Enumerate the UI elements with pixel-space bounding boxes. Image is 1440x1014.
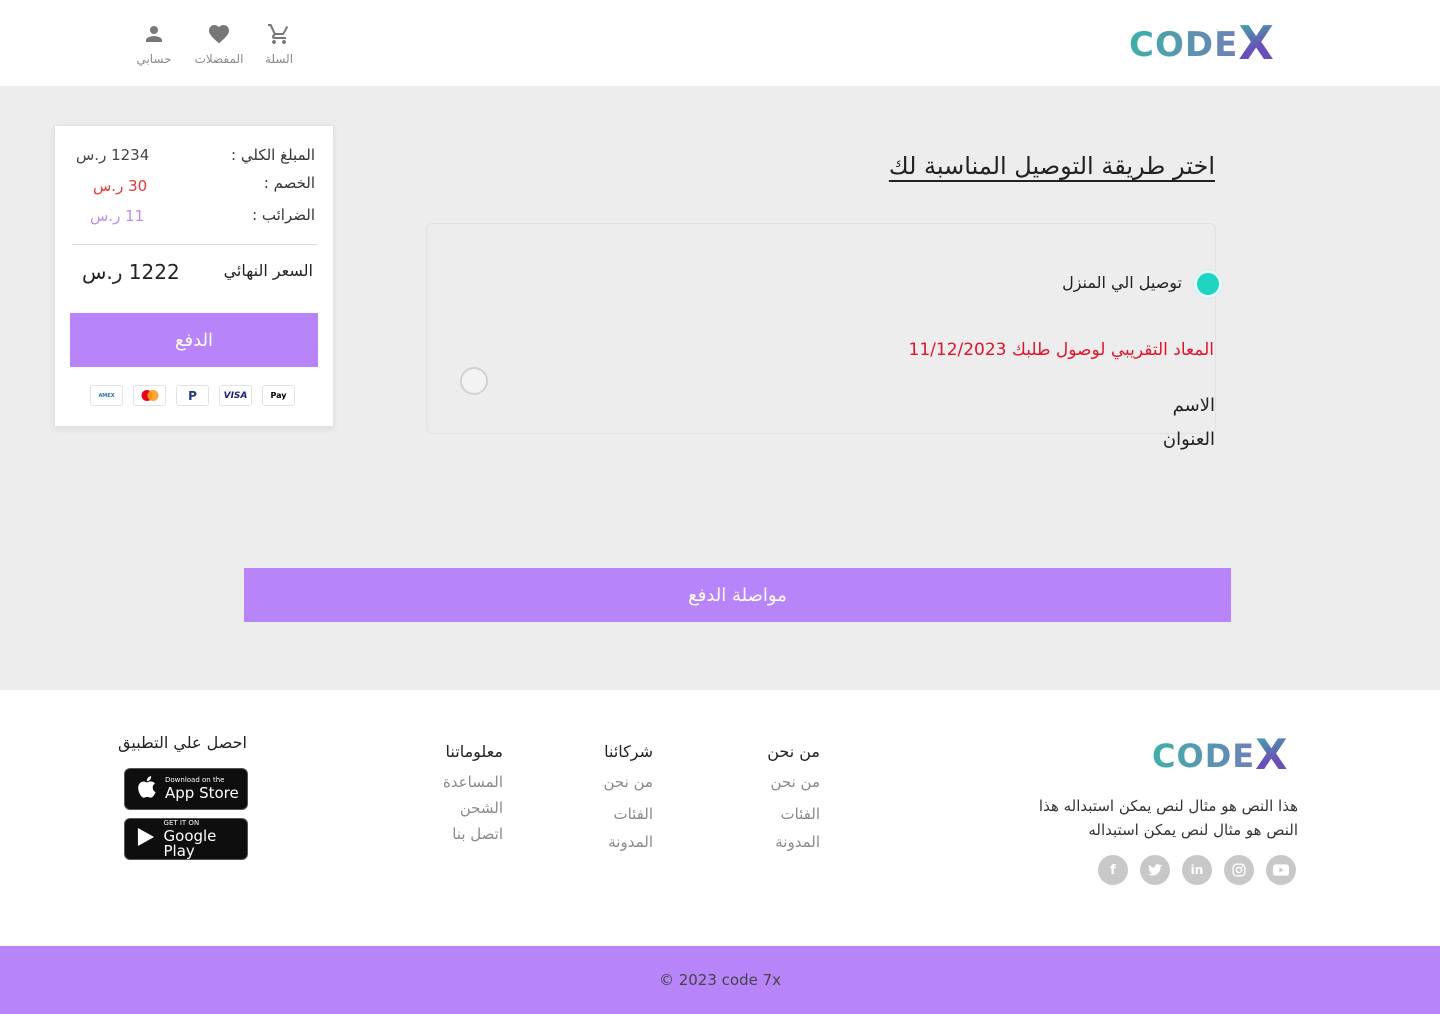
page-title: اختر طريقة التوصيل المناسبة لك — [888, 152, 1215, 180]
name-label: الاسم — [1172, 395, 1215, 416]
footer-link[interactable]: المدونة — [604, 833, 653, 851]
home-delivery-label[interactable]: توصيل الي المنزل — [1062, 273, 1182, 292]
visa-icon: VISA — [219, 385, 252, 406]
play-icon — [135, 827, 158, 852]
tax-value: 11 ر.س — [90, 207, 145, 225]
cart-icon — [249, 22, 309, 46]
nav-cart[interactable]: السلة — [249, 22, 309, 66]
footer-link[interactable]: اتصل بنا — [443, 825, 503, 843]
nav-account[interactable]: حسابي — [124, 22, 184, 66]
footer-link[interactable]: الفئات — [604, 805, 653, 823]
user-icon — [124, 22, 184, 46]
apple-icon — [135, 775, 159, 803]
final-price-label: السعر النهائي — [223, 261, 313, 280]
logo-x: X — [1238, 16, 1275, 70]
google-play-button[interactable]: GET IT ON Google Play — [124, 818, 248, 860]
amex-icon: AMEX — [90, 385, 123, 406]
nav-cart-label: السلة — [264, 52, 294, 66]
discount-value: 30 ر.س — [93, 177, 148, 195]
logo-text: CODE — [1129, 25, 1239, 65]
discount-label: الخصم : — [263, 174, 315, 192]
order-summary-card: المبلغ الكلي : 1234 ر.س الخصم : 30 ر.س ا… — [54, 125, 334, 427]
youtube-icon[interactable] — [1266, 855, 1296, 885]
address-label: العنوان — [1162, 429, 1215, 450]
footer-description: هذا النص هو مثال لنص يمكن استبداله هذا ا… — [1038, 797, 1298, 839]
app-store-button[interactable]: Download on the App Store — [124, 768, 248, 810]
google-play-small: GET IT ON — [163, 818, 200, 827]
tax-label: الضرائب : — [252, 206, 315, 224]
pay-button[interactable]: الدفع — [70, 313, 318, 367]
final-price-value: 1222 ر.س — [82, 260, 180, 284]
checkout-main: اختر طريقة التوصيل المناسبة لك توصيل الي… — [0, 86, 1440, 690]
eta-text: المعاد التقريبي لوصول طلبك 11/12/2023 — [908, 340, 1214, 360]
payment-methods: AMEX P VISA Pay — [90, 385, 295, 406]
copyright-bar: © 2023 code 7x — [0, 946, 1440, 1014]
footer-link[interactable]: من نحن — [767, 773, 821, 791]
brand-logo[interactable]: CODE X — [1129, 16, 1275, 70]
app-store-small: Download on the — [165, 776, 225, 784]
continue-payment-button[interactable]: مواصلة الدفع — [244, 568, 1231, 622]
footer-link[interactable]: المساعدة — [443, 773, 503, 791]
total-label: المبلغ الكلي : — [231, 146, 315, 164]
app-store-big: App Store — [165, 784, 239, 802]
copyright-text: © 2023 code 7x — [658, 971, 782, 989]
footer-col-about: من نحن من نحن الفئات المدونة — [767, 742, 820, 859]
home-delivery-radio[interactable] — [1194, 270, 1222, 298]
facebook-icon[interactable]: f — [1098, 855, 1128, 885]
mastercard-icon — [133, 385, 166, 406]
footer-col-title: من نحن — [767, 742, 820, 761]
footer-logo[interactable]: CODE X — [1152, 730, 1289, 779]
total-value: 1234 ر.س — [76, 146, 150, 164]
footer-logo-x: X — [1255, 730, 1289, 779]
footer-col-title: شركائنا — [604, 742, 653, 761]
linkedin-icon[interactable]: in — [1182, 855, 1212, 885]
footer-link[interactable]: الفئات — [767, 805, 820, 823]
delivery-options-box — [426, 223, 1216, 434]
summary-divider — [72, 244, 318, 245]
get-app-title: احصل علي التطبيق — [118, 733, 247, 752]
footer-col-partners: شركائنا من نحن الفئات المدونة — [604, 742, 654, 859]
twitter-icon[interactable] — [1140, 855, 1170, 885]
social-links: f in — [1098, 855, 1296, 885]
footer-link[interactable]: الشحن — [443, 799, 503, 817]
footer-link[interactable]: من نحن — [604, 773, 654, 791]
instagram-icon[interactable] — [1224, 855, 1254, 885]
footer-col-title: معلوماتنا — [445, 742, 503, 761]
heart-icon — [189, 22, 249, 46]
apple-pay-icon: Pay — [262, 385, 295, 406]
google-play-big: Google Play — [163, 826, 217, 860]
footer: CODE X هذا النص هو مثال لنص يمكن استبداله… — [0, 690, 1440, 946]
footer-logo-text: CODE — [1152, 737, 1256, 775]
footer-col-info: معلوماتنا المساعدة الشحن اتصل بنا — [443, 742, 503, 851]
nav-account-label: حسابي — [136, 52, 172, 66]
nav-favorites-label: المفضلات — [194, 52, 244, 66]
other-delivery-radio[interactable] — [460, 367, 488, 395]
paypal-icon: P — [176, 385, 209, 406]
footer-link[interactable]: المدونة — [767, 833, 820, 851]
nav-favorites[interactable]: المفضلات — [189, 22, 249, 66]
header: CODE X السلة المفضلات حسابي — [0, 0, 1440, 86]
